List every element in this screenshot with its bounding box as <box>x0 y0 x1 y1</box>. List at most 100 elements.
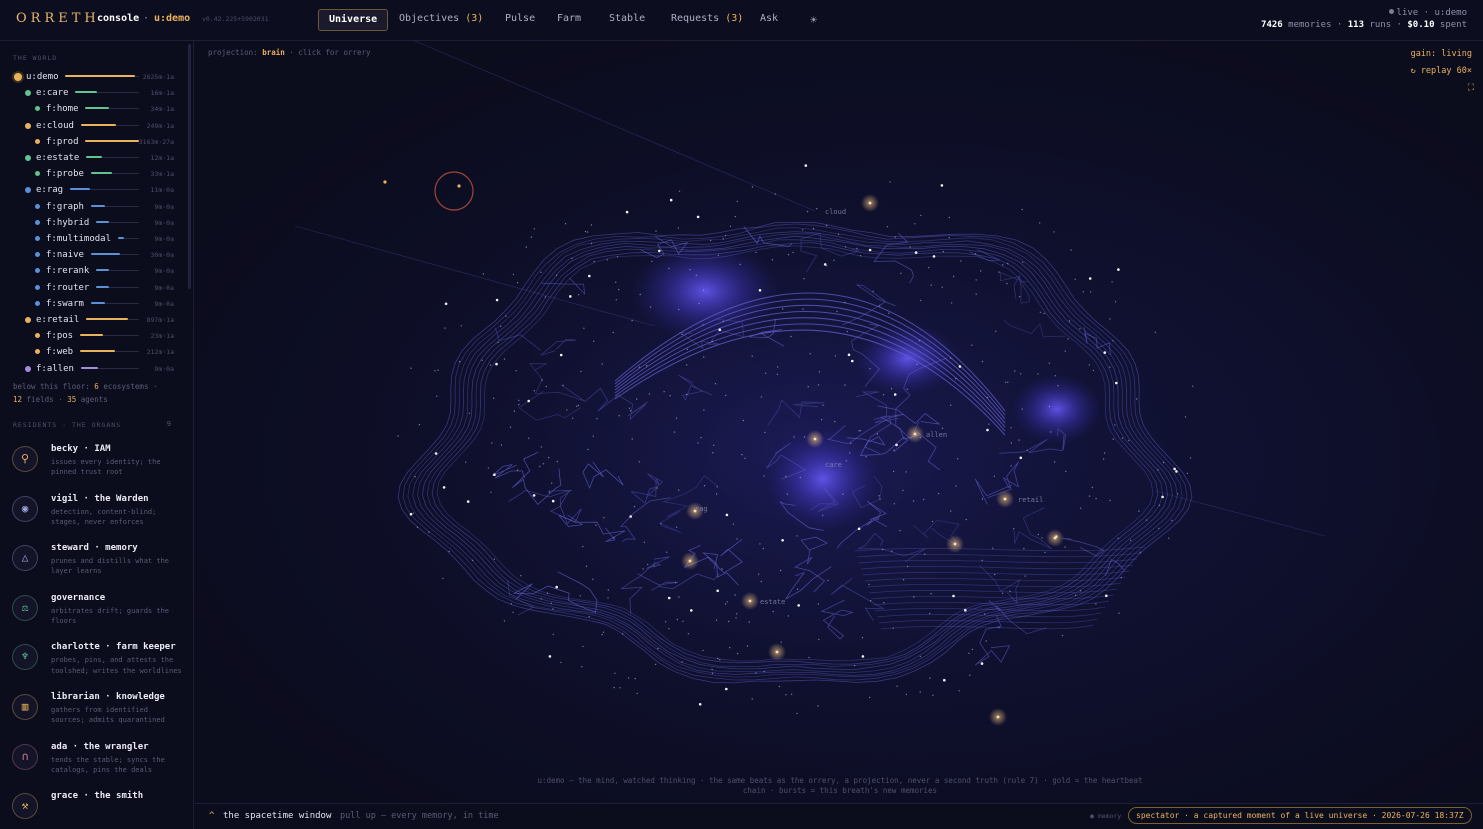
tree-item[interactable]: e:care 16m·1a <box>0 85 180 101</box>
memory-star <box>1154 331 1156 333</box>
memory-star <box>971 344 973 346</box>
memory-star <box>876 433 879 435</box>
sun-icon[interactable]: ☀ <box>810 13 817 27</box>
memory-star <box>1007 262 1009 265</box>
memory-star <box>774 193 776 195</box>
tab-pulse[interactable]: Pulse <box>495 9 545 31</box>
tree-item[interactable]: f:hybrid 9m·0a <box>0 215 180 231</box>
tree-item[interactable]: f:probe 33m·1a <box>0 166 180 182</box>
memory-star <box>721 568 723 570</box>
tab-requests[interactable]: Requests (3) <box>661 9 753 31</box>
chevron-up-icon[interactable]: ^ <box>209 811 214 821</box>
memory-star <box>1105 594 1108 598</box>
spent-label: spent <box>1439 20 1467 30</box>
tab-stable[interactable]: Stable <box>599 9 655 31</box>
organ-item[interactable]: ⚖ governance arbitrates drift; guards the … <box>12 593 184 643</box>
spacetime-title[interactable]: the spacetime window <box>223 811 331 821</box>
replay-button[interactable]: ↻ replay 60× <box>1411 66 1472 76</box>
memory-star <box>950 510 952 512</box>
memory-star <box>495 298 499 302</box>
memory-star <box>556 460 559 463</box>
memory-star <box>628 407 631 409</box>
memory-star <box>909 246 911 248</box>
sidebar-scrollbar[interactable] <box>188 44 191 289</box>
memory-star <box>552 633 554 635</box>
memory-star <box>630 516 632 518</box>
tab-farm[interactable]: Farm <box>547 9 591 31</box>
memory-star <box>870 600 872 602</box>
universe-canvas[interactable]: cloud allen care retail rag estate projection… <box>195 41 1483 803</box>
tree-item[interactable]: f:swarm 9m·0a <box>0 296 180 312</box>
memory-star <box>669 395 671 397</box>
memory-star <box>489 364 492 366</box>
memory-star <box>850 442 852 444</box>
memory-star <box>827 579 829 582</box>
tree-item[interactable]: e:rag 11m·0a <box>0 182 180 198</box>
tree-item[interactable]: f:home 34m·1a <box>0 101 180 117</box>
tree-item[interactable]: f:multimodal 9m·0a <box>0 231 180 247</box>
memory-star <box>724 603 727 605</box>
expand-icon[interactable]: ⛶ <box>1468 83 1474 93</box>
runs-label: runs · <box>1369 20 1402 30</box>
tree-item[interactable]: u:demo 2625m·1a <box>0 69 180 85</box>
tree-item[interactable]: e:cloud 249m·1a <box>0 118 180 134</box>
tree-item[interactable]: e:retail 897m·1a <box>0 312 180 328</box>
organ-item[interactable]: ▥ librarian · knowledge gathers from ident… <box>12 692 184 742</box>
memory-star <box>802 308 804 310</box>
memory-star <box>748 621 750 623</box>
heartbeat-core <box>953 542 957 546</box>
header-separator: · <box>143 13 150 24</box>
memory-star <box>602 631 605 633</box>
gain-status[interactable]: gain: living <box>1411 49 1472 59</box>
tab-universe[interactable]: Universe <box>318 9 389 31</box>
memory-star <box>817 603 820 605</box>
memory-star <box>541 379 543 381</box>
memory-star <box>1006 282 1008 285</box>
tab-ask[interactable]: Ask <box>750 9 788 31</box>
memory-star <box>703 409 705 411</box>
tree-item[interactable]: f:naive 30m·0a <box>0 247 180 263</box>
app-logo[interactable]: ORRETH <box>16 11 100 26</box>
memory-star <box>771 259 774 261</box>
memory-star <box>1007 381 1009 383</box>
organ-item[interactable]: △ steward · memory prunes and distills wha… <box>12 543 184 593</box>
tree-item[interactable]: f:pos 23m·1a <box>0 328 180 344</box>
tree-dot-icon <box>14 73 22 81</box>
projection-toggle[interactable]: projection: brain · click for orrery <box>208 48 371 57</box>
organ-description: arbitrates drift; guards the floors <box>51 606 170 626</box>
heartbeat-ring[interactable] <box>434 171 474 211</box>
tree-item[interactable]: f:prod 3163m·27a <box>0 134 180 150</box>
tree-item[interactable]: f:graph 9m·0a <box>0 199 180 215</box>
tree-item[interactable]: f:router 9m·0a <box>0 280 180 296</box>
memory-star <box>530 236 533 238</box>
tree-item[interactable]: e:estate 12m·1a <box>0 150 180 166</box>
memory-star <box>868 583 870 586</box>
memory-star <box>844 301 846 304</box>
organ-icon: ⚲ <box>12 446 38 472</box>
memory-star <box>893 393 897 396</box>
organ-item[interactable]: ⚲ becky · IAM issues every identity; the p… <box>12 444 184 494</box>
tree-item[interactable]: f:allen 9m·0a <box>0 361 180 377</box>
memory-star <box>715 493 718 495</box>
memory-star <box>1088 364 1090 366</box>
tree-item[interactable]: f:web 212m·1a <box>0 344 180 360</box>
organ-item[interactable]: ⚒ grace · the smith <box>12 791 184 829</box>
memory-star <box>428 531 430 533</box>
spacetime-bar[interactable]: ^ the spacetime window pull up — every m… <box>195 803 1483 829</box>
organ-item[interactable]: ∩ ada · the wrangler tends the stable; syn… <box>12 742 184 792</box>
tree-bar-fill <box>65 75 136 77</box>
memory-star <box>882 394 885 396</box>
tree-item-label: f:multimodal <box>46 234 112 244</box>
memory-star <box>717 657 719 660</box>
memory-star <box>601 633 603 636</box>
memory-star <box>905 471 907 473</box>
organ-item[interactable]: ◉ vigil · the Warden detection, content-bl… <box>12 494 184 544</box>
memory-star <box>491 442 493 444</box>
memory-star <box>1175 470 1178 473</box>
memory-star <box>785 694 787 696</box>
floor-fields-label: fields · <box>26 395 63 404</box>
brain-projection[interactable]: cloud allen care retail rag estate <box>195 41 1483 803</box>
tab-objectives[interactable]: Objectives (3) <box>389 9 493 31</box>
organ-item[interactable]: ♆ charlotte · farm keeper probes, pins, an… <box>12 642 184 692</box>
tree-item[interactable]: f:rerank 9m·0a <box>0 263 180 279</box>
